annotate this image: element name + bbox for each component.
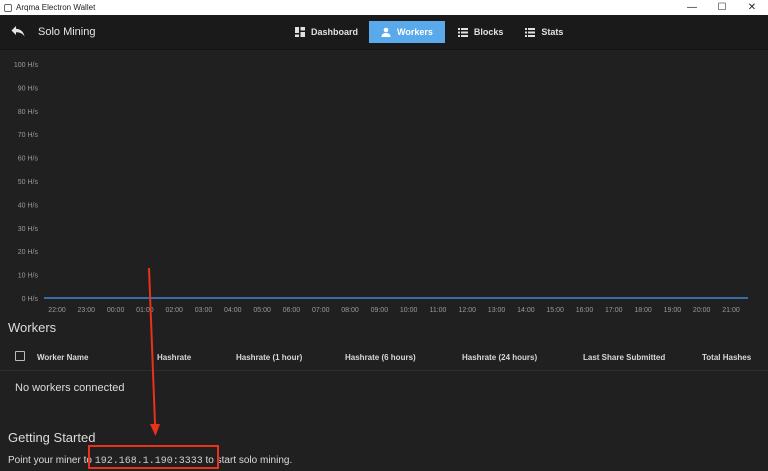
tab-blocks[interactable]: Blocks — [449, 21, 513, 43]
person-icon — [381, 27, 391, 37]
y-tick-label: 20 H/s — [18, 249, 39, 256]
page-title: Solo Mining — [38, 26, 96, 38]
x-tick-label: 08:00 — [341, 307, 359, 314]
y-tick-label: 50 H/s — [18, 179, 39, 186]
y-tick-label: 90 H/s — [18, 85, 39, 92]
list-icon — [525, 27, 536, 37]
instructions-prefix: Point your miner to — [8, 455, 95, 466]
window-title: Arqma Electron Wallet — [16, 3, 96, 12]
tab-dashboard-label: Dashboard — [311, 27, 359, 37]
y-tick-label: 10 H/s — [18, 273, 39, 280]
x-tick-label: 16:00 — [576, 307, 594, 314]
x-tick-label: 06:00 — [283, 307, 301, 314]
tab-blocks-label: Blocks — [473, 27, 504, 37]
x-tick-label: 10:00 — [400, 307, 418, 314]
x-tick-label: 11:00 — [429, 307, 446, 314]
annotation-arrow-head — [150, 424, 160, 436]
column-header-hashrate-1h[interactable]: Hashrate (1 hour) — [236, 353, 302, 362]
x-tick-label: 15:00 — [546, 307, 564, 314]
minimize-button[interactable]: — — [678, 0, 706, 15]
main-nav: Dashboard Workers Blocks Stats — [286, 21, 572, 43]
pool-address: 192.168.1.190:3333 — [94, 456, 203, 467]
select-all-checkbox[interactable] — [15, 351, 25, 361]
x-tick-label: 22:00 — [48, 307, 66, 314]
x-tick-label: 23:00 — [78, 307, 96, 314]
app-logo-icon — [4, 3, 12, 12]
x-tick-label: 00:00 — [107, 307, 125, 314]
y-tick-label: 0 H/s — [22, 296, 39, 303]
x-tick-label: 20:00 — [693, 307, 711, 314]
column-header-total-hashes[interactable]: Total Hashes — [702, 353, 751, 362]
workers-table-header: Worker Name Hashrate Hashrate (1 hour) H… — [0, 345, 768, 369]
column-header-hashrate[interactable]: Hashrate — [157, 353, 191, 362]
x-tick-label: 09:00 — [371, 307, 389, 314]
tab-dashboard[interactable]: Dashboard — [286, 21, 367, 43]
workers-heading: Workers — [8, 320, 57, 335]
y-tick-label: 70 H/s — [18, 132, 39, 139]
y-tick-label: 40 H/s — [18, 202, 39, 209]
miner-instructions: Point your miner to 192.168.1.190:3333 t… — [8, 455, 292, 467]
workers-table-body: No workers connected — [0, 370, 768, 406]
x-tick-label: 21:00 — [722, 307, 740, 314]
y-tick-label: 60 H/s — [18, 156, 39, 163]
column-header-hashrate-6h[interactable]: Hashrate (6 hours) — [345, 353, 416, 362]
x-tick-label: 12:00 — [458, 307, 476, 314]
x-tick-label: 01:00 — [136, 307, 154, 314]
x-tick-label: 19:00 — [664, 307, 682, 314]
tab-workers-label: Workers — [397, 27, 433, 37]
x-tick-label: 07:00 — [312, 307, 330, 314]
tab-workers[interactable]: Workers — [369, 21, 445, 43]
app-header: Solo Mining Dashboard Workers Blocks Sta… — [0, 15, 768, 50]
x-tick-label: 04:00 — [224, 307, 242, 314]
x-tick-label: 18:00 — [634, 307, 652, 314]
x-tick-label: 17:00 — [605, 307, 623, 314]
x-tick-label: 13:00 — [488, 307, 506, 314]
close-button[interactable]: ✕ — [738, 0, 766, 15]
tab-stats-label: Stats — [541, 27, 564, 37]
hashrate-chart: 100 H/s 90 H/s 80 H/s 70 H/s 60 H/s 50 H/s 40 … — [14, 62, 748, 314]
x-tick-label: 14:00 — [517, 307, 535, 314]
y-tick-label: 100 H/s — [14, 62, 39, 69]
x-tick-label: 05:00 — [253, 307, 271, 314]
column-header-hashrate-24h[interactable]: Hashrate (24 hours) — [462, 353, 537, 362]
window-titlebar: Arqma Electron Wallet — ☐ ✕ — [0, 0, 768, 15]
list-icon — [457, 27, 468, 37]
back-arrow-icon[interactable] — [10, 23, 26, 39]
instructions-suffix: to start solo mining. — [202, 455, 293, 466]
x-tick-label: 02:00 — [165, 307, 183, 314]
x-tick-label: 03:00 — [195, 307, 213, 314]
dashboard-icon — [295, 27, 305, 37]
no-workers-message: No workers connected — [15, 382, 125, 394]
tab-stats[interactable]: Stats — [516, 21, 572, 43]
column-header-last-share[interactable]: Last Share Submitted — [583, 353, 665, 362]
y-tick-label: 30 H/s — [18, 226, 39, 233]
y-tick-label: 80 H/s — [18, 109, 39, 116]
column-header-worker-name[interactable]: Worker Name — [37, 353, 88, 362]
getting-started-heading: Getting Started — [8, 430, 96, 445]
maximize-button[interactable]: ☐ — [708, 0, 736, 15]
